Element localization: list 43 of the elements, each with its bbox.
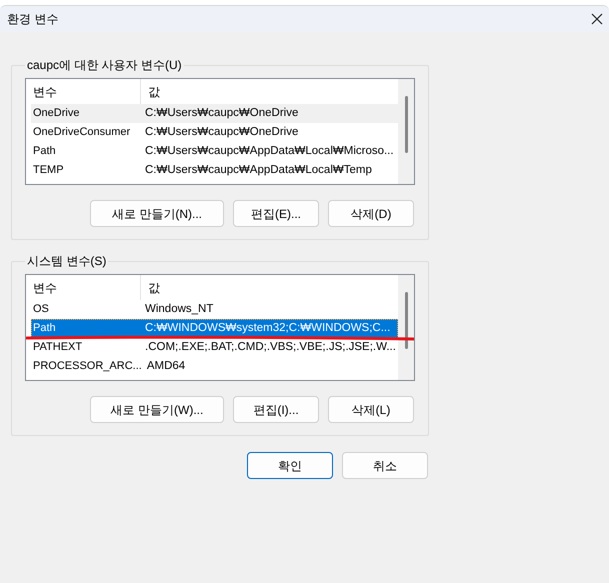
list-row[interactable]: Path C:₩Users₩caupc₩AppData₩Local₩Microso... [31,142,398,161]
list-row[interactable]: OS Windows_NT [31,300,398,319]
variable-value: Windows_NT [144,302,214,317]
column-header[interactable]: 값 [141,79,398,104]
list-row[interactable]: PATHEXT .COM;.EXE;.BAT;.CMD;.VBS;.VBE;.JS;.JSE;.W... [31,338,398,357]
variable-name: OS [32,302,50,318]
variable-name: Path [32,144,57,160]
variable-name: PROCESSOR_ARC... [32,359,143,374]
column-header[interactable]: 값 [141,275,398,300]
variable-name: TEMP [32,163,65,178]
variable-name: Path [32,321,57,336]
variable-name: PATHEXT [32,340,84,356]
variable-value: AMD64 [146,358,186,374]
dialog-button[interactable]: 확인 [247,452,333,479]
group-title: caupc에 대한 사용자 변수(U) [26,57,183,74]
scroll-thumb[interactable] [404,96,408,153]
variable-name: OneDriveConsumer [32,125,132,140]
variable-value: C:₩WINDOWS₩system32;C:₩WINDOWS;C... [144,320,390,336]
list-row[interactable]: OneDriveConsumer C:₩Users₩caupc₩OneDrive [31,123,398,142]
scroll-thumb[interactable] [404,292,408,349]
action-button[interactable]: 새로 만들기(N)... [90,200,224,227]
list-row[interactable]: OneDrive C:₩Users₩caupc₩OneDrive [31,104,398,123]
scrollbar[interactable] [398,79,414,184]
window-title: 환경 변수 [7,11,58,28]
variable-value: C:₩Users₩caupc₩OneDrive [144,124,298,140]
list-row[interactable]: PROCESSOR_ARC... AMD64 [31,357,398,376]
list-row[interactable]: TEMP C:₩Users₩caupc₩AppData₩Local₩Temp [31,161,398,180]
action-button[interactable]: 삭제(L) [328,396,414,423]
action-button[interactable]: 새로 만들기(W)... [90,396,224,423]
variable-value: C:₩Users₩caupc₩OneDrive [144,106,298,121]
list-row[interactable]: Path C:₩WINDOWS₩system32;C:₩WINDOWS;C... [31,319,398,338]
scrollbar[interactable] [398,275,414,380]
variable-value: .COM;.EXE;.BAT;.CMD;.VBS;.VBE;.JS;.JSE;.W... [144,340,396,355]
close-icon[interactable] [591,13,603,25]
variable-value: C:₩Users₩caupc₩AppData₩Local₩Temp [144,162,372,178]
dialog-button[interactable]: 취소 [342,452,428,479]
variable-value: C:₩Users₩caupc₩AppData₩Local₩Microso... [144,144,394,159]
action-button[interactable]: 편집(I)... [233,396,319,423]
action-button[interactable]: 삭제(D) [328,200,414,227]
variable-name: OneDrive [32,106,80,122]
group-title: 시스템 변수(S) [26,253,108,270]
column-header[interactable]: 변수 [26,275,141,300]
action-button[interactable]: 편집(E)... [233,200,319,227]
